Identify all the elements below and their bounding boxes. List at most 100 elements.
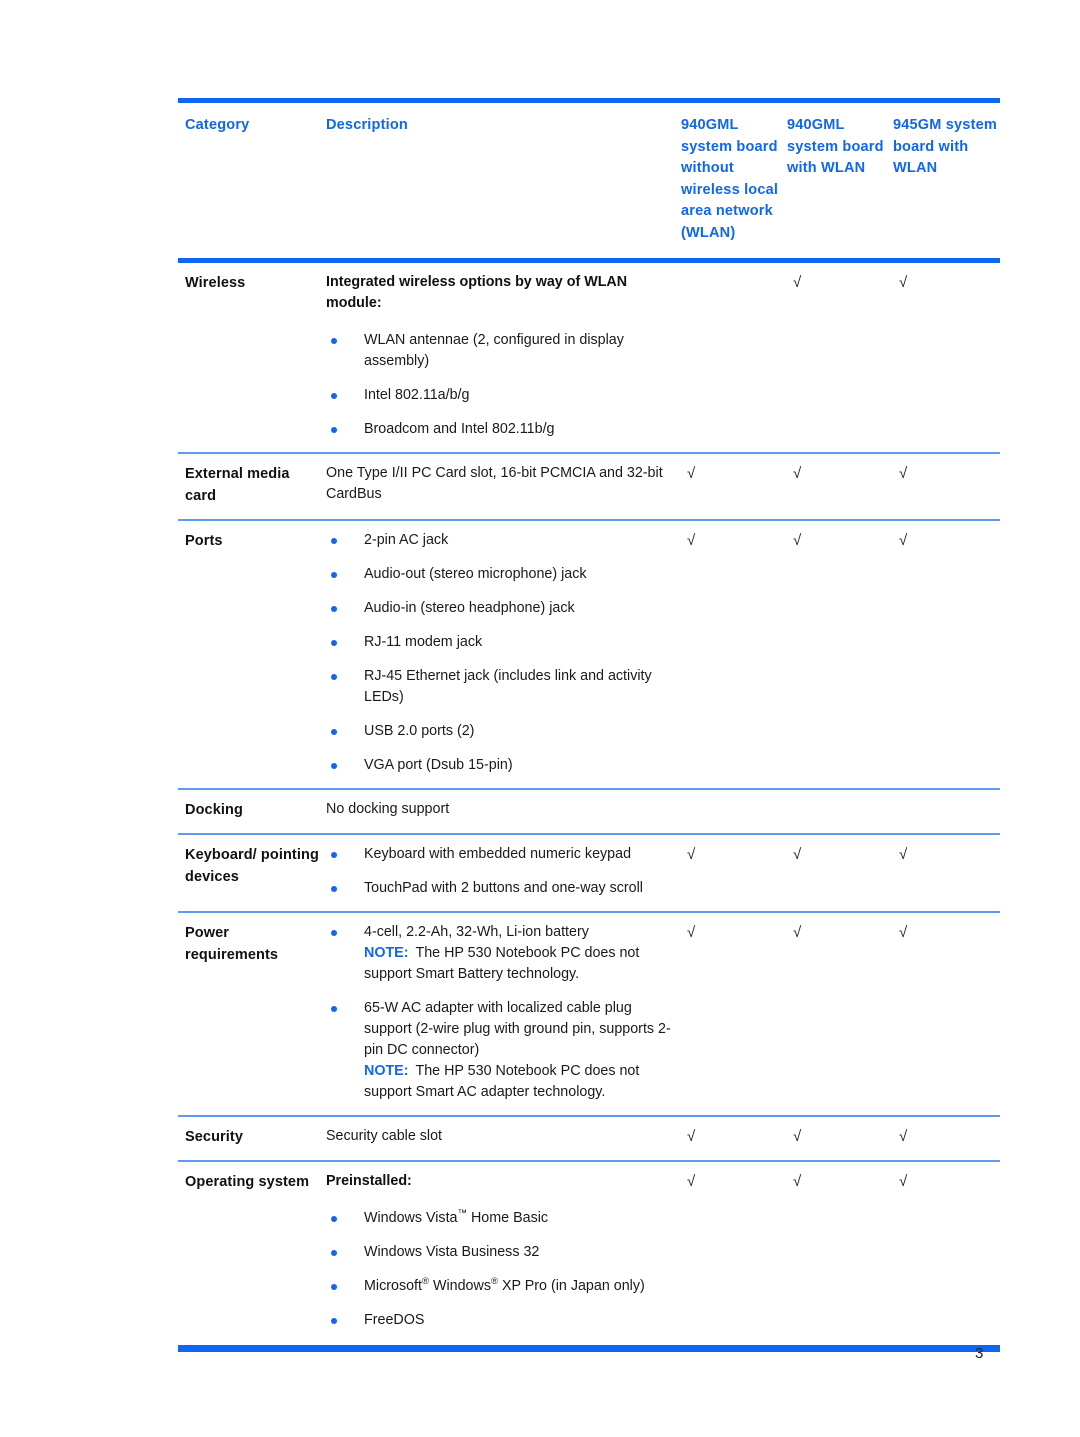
row-check-940gml-no-wlan: √ xyxy=(681,835,787,877)
check-glyph: √ xyxy=(793,1128,802,1145)
list-item: VGA port (Dsub 15-pin) xyxy=(326,755,675,776)
row-description: One Type I/II PC Card slot, 16-bit PCMCI… xyxy=(326,454,681,517)
row-bullet-list: 65-W AC adapter with localized cable plu… xyxy=(326,998,675,1061)
bullet-icon xyxy=(331,886,337,892)
table-row: Keyboard/ pointing devices Keyboard with… xyxy=(178,835,1000,911)
row-category: Operating system xyxy=(178,1162,326,1205)
list-item-label: WLAN antennae (2, configured in display … xyxy=(364,332,624,369)
check-glyph: √ xyxy=(687,1128,696,1145)
row-category-label: Wireless xyxy=(185,275,246,291)
table-row: Power requirements 4-cell, 2.2-Ah, 32-Wh… xyxy=(178,913,1000,1115)
row-description: No docking support xyxy=(326,790,681,832)
list-item: 2-pin AC jack xyxy=(326,530,675,551)
row-check-940gml-no-wlan: √ xyxy=(681,913,787,955)
row-check-940gml-wlan: √ xyxy=(787,454,893,496)
check-glyph: √ xyxy=(899,1128,908,1145)
header-label-945gm-wlan: 945GM system board with WLAN xyxy=(893,117,997,176)
list-item: Windows Vista™ Home Basic xyxy=(326,1208,675,1229)
row-category-label: Operating system xyxy=(185,1174,310,1190)
check-glyph: √ xyxy=(793,532,802,549)
list-item: 65-W AC adapter with localized cable plu… xyxy=(326,998,675,1061)
bullet-icon xyxy=(331,606,337,612)
specifications-table: Category Description 940GML system board… xyxy=(178,98,1000,1352)
header-cell-940gml-wlan: 940GML system board with WLAN xyxy=(787,103,893,194)
table-header-row: Category Description 940GML system board… xyxy=(178,103,1000,258)
list-item-label: 65-W AC adapter with localized cable plu… xyxy=(364,1000,671,1058)
row-category: Keyboard/ pointing devices xyxy=(178,835,326,900)
bullet-icon xyxy=(331,763,337,769)
row-category-label: Docking xyxy=(185,802,243,818)
document-page: Category Description 940GML system board… xyxy=(0,0,1080,1437)
row-check-945gm-wlan: √ xyxy=(893,1117,1003,1159)
bullet-icon xyxy=(331,427,337,433)
bullet-icon xyxy=(331,674,337,680)
row-category-label: Ports xyxy=(185,533,223,549)
header-cell-945gm-wlan: 945GM system board with WLAN xyxy=(893,103,1003,194)
list-item-label: Windows Vista Business 32 xyxy=(364,1244,540,1260)
table-row: Docking No docking support xyxy=(178,790,1000,833)
row-bullet-list: 4-cell, 2.2-Ah, 32-Wh, Li-ion battery xyxy=(326,922,675,943)
row-description: Preinstalled: Windows Vista™ Home Basic … xyxy=(326,1162,681,1343)
list-item-label: VGA port (Dsub 15-pin) xyxy=(364,757,513,773)
list-item-label: TouchPad with 2 buttons and one-way scro… xyxy=(364,880,643,896)
bullet-icon xyxy=(331,1318,337,1324)
row-category-label: External media card xyxy=(185,466,290,504)
row-check-940gml-wlan: √ xyxy=(787,835,893,877)
note-block: NOTE: The HP 530 Notebook PC does not sup… xyxy=(326,943,675,985)
list-item-label: Microsoft® Windows® XP Pro (in Japan onl… xyxy=(364,1276,645,1294)
row-lead-text: Preinstalled: xyxy=(326,1173,412,1189)
list-item-label: 4-cell, 2.2-Ah, 32-Wh, Li-ion battery xyxy=(364,924,589,940)
row-check-940gml-no-wlan: √ xyxy=(681,454,787,496)
row-check-945gm-wlan: √ xyxy=(893,454,1003,496)
list-item: Windows Vista Business 32 xyxy=(326,1242,675,1263)
bullet-icon xyxy=(331,729,337,735)
row-check-945gm-wlan: √ xyxy=(893,521,1003,563)
check-glyph: √ xyxy=(687,924,696,941)
row-check-940gml-wlan: √ xyxy=(787,263,893,305)
check-glyph: √ xyxy=(793,924,802,941)
list-item: 4-cell, 2.2-Ah, 32-Wh, Li-ion battery xyxy=(326,922,675,943)
list-item-label: Intel 802.11a/b/g xyxy=(364,387,470,403)
row-category-label: Keyboard/ pointing devices xyxy=(185,847,319,885)
check-glyph: √ xyxy=(899,465,908,482)
list-item: RJ-11 modem jack xyxy=(326,632,675,653)
check-glyph xyxy=(681,801,687,818)
check-glyph: √ xyxy=(899,1173,908,1190)
list-item: FreeDOS xyxy=(326,1310,675,1331)
row-description: Security cable slot xyxy=(326,1117,681,1159)
list-item-label: RJ-45 Ethernet jack (includes link and a… xyxy=(364,668,652,705)
row-category-label: Security xyxy=(185,1129,244,1145)
list-item: Audio-in (stereo headphone) jack xyxy=(326,598,675,619)
header-label-description: Description xyxy=(326,117,408,133)
check-glyph: √ xyxy=(899,846,908,863)
bullet-icon xyxy=(331,930,337,936)
row-description-text: One Type I/II PC Card slot, 16-bit PCMCI… xyxy=(326,465,663,502)
header-cell-description: Description xyxy=(326,103,681,151)
check-glyph: √ xyxy=(687,846,696,863)
check-glyph: √ xyxy=(899,532,908,549)
row-check-945gm-wlan xyxy=(893,790,1003,832)
list-item-label: RJ-11 modem jack xyxy=(364,634,483,650)
list-item: Intel 802.11a/b/g xyxy=(326,385,675,406)
row-check-940gml-no-wlan xyxy=(681,790,787,832)
list-item-label: Keyboard with embedded numeric keypad xyxy=(364,846,632,862)
list-item: Microsoft® Windows® XP Pro (in Japan onl… xyxy=(326,1276,675,1297)
list-item-label: Broadcom and Intel 802.11b/g xyxy=(364,421,555,437)
bullet-icon xyxy=(331,538,337,544)
row-category: Wireless xyxy=(178,263,326,306)
note-label: NOTE: xyxy=(364,945,409,961)
check-glyph: √ xyxy=(899,924,908,941)
check-glyph xyxy=(681,274,687,291)
bullet-icon xyxy=(331,640,337,646)
row-lead-text: Integrated wireless options by way of WL… xyxy=(326,274,628,311)
row-bullet-list: Keyboard with embedded numeric keypad To… xyxy=(326,844,675,899)
check-glyph: √ xyxy=(687,1173,696,1190)
list-item: Keyboard with embedded numeric keypad xyxy=(326,844,675,865)
bullet-icon xyxy=(331,1216,337,1222)
bullet-icon xyxy=(331,572,337,578)
check-glyph: √ xyxy=(793,846,802,863)
row-check-940gml-wlan: √ xyxy=(787,1117,893,1159)
row-category: Ports xyxy=(178,521,326,564)
bullet-icon xyxy=(331,338,337,344)
list-item-label: FreeDOS xyxy=(364,1312,425,1328)
